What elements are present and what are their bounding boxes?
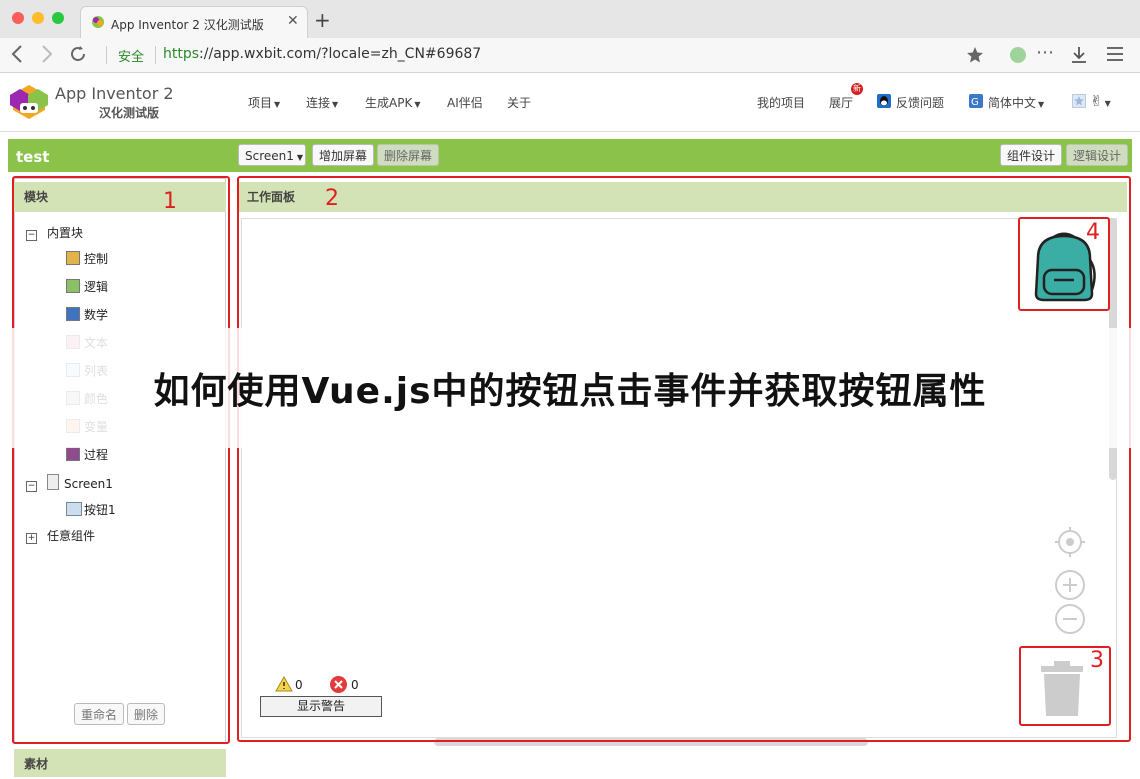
caret-down-icon: ▼ <box>296 153 304 162</box>
more-icon[interactable]: ⋯ <box>1036 42 1054 63</box>
url-field[interactable]: https://app.wxbit.com/?locale=zh_CN#6968… <box>163 46 481 62</box>
zoom-window-button[interactable] <box>52 12 64 24</box>
back-icon[interactable] <box>10 43 24 70</box>
language-menu[interactable]: 简体中文 ▼ <box>988 94 1044 111</box>
screen-select[interactable]: Screen1 ▼ <box>238 144 306 166</box>
designer-button[interactable]: 组件设计 <box>1000 144 1063 166</box>
new-badge: 新 <box>851 83 863 95</box>
extension-icon[interactable] <box>1010 47 1026 63</box>
annotation-label-4: 4 <box>1086 220 1100 245</box>
address-bar: 安全 https://app.wxbit.com/?locale=zh_CN#6… <box>0 38 1140 73</box>
menu-about[interactable]: 关于 <box>507 94 531 111</box>
qq-icon <box>877 94 891 108</box>
annotation-label-1: 1 <box>163 189 177 214</box>
browser-tab-bar: App Inventor 2 汉化测试版 ✕ + <box>0 0 1140 39</box>
close-window-button[interactable] <box>12 12 24 24</box>
divider <box>155 46 156 64</box>
blocks-button[interactable]: 逻辑设计 <box>1066 144 1129 166</box>
minimize-window-button[interactable] <box>32 12 44 24</box>
annotation-label-2: 2 <box>325 186 339 211</box>
app-title: App Inventor 2 <box>55 84 174 103</box>
annotation-label-3: 3 <box>1090 648 1104 673</box>
browser-tab[interactable]: App Inventor 2 汉化测试版 ✕ <box>80 6 308 39</box>
language-icon: G <box>969 94 983 108</box>
caret-down-icon: ▼ <box>1104 99 1111 108</box>
menu-connect-label: 连接 <box>306 96 331 110</box>
url-scheme: https <box>163 46 200 62</box>
app-header: App Inventor 2 汉化测试版 项目 ▼ 连接 ▼ 生成APK ▼ AI伴侣… <box>0 73 1140 132</box>
caret-down-icon: ▼ <box>414 100 421 109</box>
victory-hand-icon: ✌ <box>1090 92 1103 110</box>
new-tab-button[interactable]: + <box>314 8 331 32</box>
menu-about-label: 关于 <box>507 96 532 110</box>
secure-label: 安全 <box>118 50 145 65</box>
screen-select-value: Screen1 <box>245 149 294 163</box>
project-name: test <box>16 148 50 166</box>
url-rest: ://app.wxbit.com/?locale=zh_CN#69687 <box>199 46 482 62</box>
my-projects-link[interactable]: 我的项目 <box>757 94 805 111</box>
caret-down-icon: ▼ <box>274 100 281 109</box>
avatar[interactable] <box>1072 94 1086 108</box>
gallery-link[interactable]: 展厅 <box>829 94 853 111</box>
menu-build-apk[interactable]: 生成APK ▼ <box>365 94 420 111</box>
app-inventor-logo-icon <box>8 83 50 121</box>
annotation-box-1 <box>12 176 230 744</box>
caret-down-icon: ▼ <box>1038 100 1045 109</box>
menu-ai-companion-label: AI伴侣 <box>447 96 483 110</box>
annotation-box-2 <box>237 176 1131 742</box>
divider <box>106 46 107 64</box>
project-toolbar <box>8 139 1132 172</box>
menu-icon[interactable] <box>1106 46 1124 65</box>
menu-project[interactable]: 项目 ▼ <box>248 94 280 111</box>
close-tab-icon[interactable]: ✕ <box>287 13 299 29</box>
forward-icon[interactable] <box>40 43 54 70</box>
feedback-link[interactable]: 反馈问题 <box>896 94 944 111</box>
app-inventor-favicon-icon <box>91 15 105 29</box>
overlay-title: 如何使用Vue.js中的按钮点击事件并获取按钮属性 <box>153 371 987 412</box>
download-icon[interactable] <box>1070 45 1088 68</box>
menu-build-apk-label: 生成APK <box>365 96 413 110</box>
media-panel-header: 素材 <box>14 749 226 777</box>
menu-ai-companion[interactable]: AI伴侣 <box>447 94 483 111</box>
tab-title: App Inventor 2 汉化测试版 <box>111 18 264 32</box>
bookmark-star-icon[interactable] <box>966 46 984 67</box>
reload-icon[interactable] <box>68 44 88 69</box>
user-menu[interactable]: ✌ ▼ <box>1090 92 1111 110</box>
menu-project-label: 项目 <box>248 96 273 110</box>
app-subtitle: 汉化测试版 <box>99 106 160 120</box>
language-label: 简体中文 <box>988 96 1037 110</box>
menu-connect[interactable]: 连接 ▼ <box>306 94 338 111</box>
caret-down-icon: ▼ <box>332 100 339 109</box>
remove-screen-button[interactable]: 删除屏幕 <box>377 144 440 166</box>
svg-text:G: G <box>971 97 979 108</box>
add-screen-button[interactable]: 增加屏幕 <box>312 144 375 166</box>
